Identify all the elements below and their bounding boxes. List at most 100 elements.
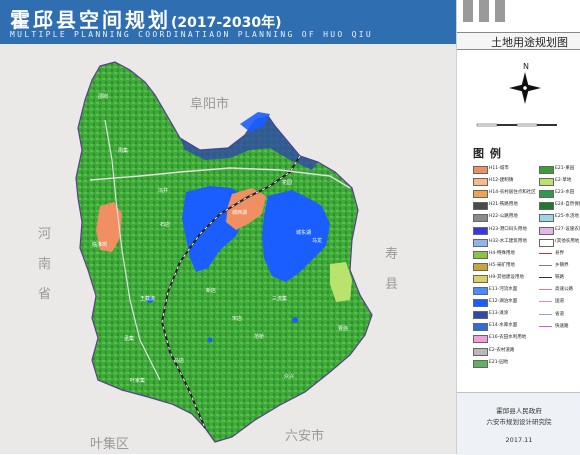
legend-label: E25-水浇地 <box>555 214 579 220</box>
legend-swatch <box>473 359 488 368</box>
legend-label: E12-湖泊水面 <box>489 299 518 305</box>
legend-label: E2-草地 <box>555 178 572 184</box>
legend-label: H23-港口码头用地 <box>489 226 527 232</box>
legend-label: E14-水库水面 <box>489 323 518 329</box>
legend-label: H21-铁路用地 <box>489 202 518 208</box>
sheet-footer: 霍邱县人民政府 六安市规划设计研究院 2017.11 <box>457 392 580 455</box>
legend-label: E21-果园 <box>555 166 575 171</box>
legend-label: 铁路 <box>555 275 564 281</box>
scale-bar <box>476 123 557 127</box>
legend-swatch <box>539 325 552 330</box>
map-svg: 阜阳市 河 南 省 寿 县 叶集区 六安市 城西湖 城东湖 临淮岗 周集 冯井 … <box>0 44 456 454</box>
panel-title: 土地用途规划图 <box>491 36 568 49</box>
region-label-henan-2: 南 <box>38 256 51 272</box>
panel-title-bar: 土地用途规划图 <box>457 32 580 50</box>
north-arrow: N <box>509 62 541 104</box>
legend-label: 省道 <box>555 311 564 317</box>
region-label-fuyang: 阜阳市 <box>190 96 229 112</box>
land-use-map[interactable]: 阜阳市 河 南 省 寿 县 叶集区 六安市 城西湖 城东湖 临淮岗 周集 冯井 … <box>0 44 456 454</box>
place-label: 城西湖 <box>232 209 247 216</box>
legend-swatch <box>539 190 554 199</box>
region-label-luan: 六安市 <box>285 428 324 444</box>
legend-swatch <box>539 277 552 281</box>
place-label: 孟集 <box>124 335 134 342</box>
legend-label: E23-水田 <box>555 190 575 196</box>
place-label: 花园 <box>282 179 292 186</box>
title-text: 霍邱县空间规划 <box>10 8 171 32</box>
title-years: (2017-2030年) <box>171 15 282 31</box>
legend-label: H11-城市 <box>489 166 509 171</box>
region-label-henan-3: 省 <box>38 287 51 302</box>
place-label: 周集 <box>118 147 128 154</box>
place-label: 马店 <box>174 357 184 364</box>
legend-swatch <box>473 178 488 187</box>
legend-label: 快速路 <box>555 323 569 329</box>
legend-swatch <box>539 214 554 223</box>
legend-swatch <box>539 253 552 257</box>
place-label: 邵岗 <box>98 93 108 100</box>
legend-label: 乡镇界 <box>555 263 569 269</box>
legend-swatch <box>473 238 488 247</box>
legend-label: E27-设施农用 <box>555 226 580 232</box>
place-label: 冯井 <box>158 187 168 194</box>
region-label-yeji: 叶集区 <box>90 436 129 452</box>
legend-swatch <box>473 190 488 199</box>
map-sidebar: 土地用途规划图 N 图 例 H11-城市 H12-建制镇 H14-农村居住点和社区 H… <box>456 0 580 455</box>
legend-label: H32-水工建筑用地 <box>489 238 527 244</box>
legend-swatch <box>539 301 552 305</box>
region-label-shou-1: 寿 <box>385 247 398 262</box>
legend-swatch <box>539 289 552 293</box>
place-label: 宋店 <box>232 315 242 322</box>
legend-swatch <box>473 323 488 332</box>
legend-swatch <box>473 287 488 295</box>
legend-label: E13-滩涂 <box>489 311 509 317</box>
legend-label: E16-农田水利用地 <box>489 335 527 341</box>
legend-swatch <box>539 202 554 211</box>
map-sheet: 霍邱县空间规划(2017-2030年) MULTIPLE PLANNING CO… <box>0 0 580 455</box>
issue-date: 2017.11 <box>505 436 533 444</box>
legend-label: 高速公路 <box>555 287 573 293</box>
legend-swatch <box>539 226 554 235</box>
legend-swatch <box>539 265 552 269</box>
legend-swatch <box>473 347 488 356</box>
legend-label: 国道 <box>555 299 564 305</box>
legend-swatch <box>539 178 554 187</box>
map-subtitle: MULTIPLE PLANNING COORDINATIAON PLANNING… <box>10 30 373 39</box>
place-label: 叶家集 <box>130 377 145 384</box>
legend-label: E11-河流水面 <box>489 287 518 292</box>
place-label: 临淮岗 <box>92 241 107 248</box>
frame-bars <box>457 0 580 30</box>
region-label-henan-1: 河 <box>38 227 51 242</box>
legend-swatch <box>473 202 488 211</box>
legend-label: H5-采矿用地 <box>489 262 515 268</box>
place-label: 众兴 <box>284 373 294 380</box>
legend-swatch <box>473 226 488 235</box>
legend-label: E2-农村道路 <box>489 347 515 353</box>
place-label: 王截流 <box>140 295 155 302</box>
legend-swatch <box>473 335 488 344</box>
legend-swatch <box>473 299 488 308</box>
legend-swatch <box>539 238 554 247</box>
legend-swatch <box>473 274 488 283</box>
legend-swatch <box>473 214 488 223</box>
legend-swatch <box>473 311 488 320</box>
legend-label: 县界 <box>555 251 564 256</box>
legend-label: H4-特殊用地 <box>489 250 515 256</box>
legend-swatch <box>473 262 488 271</box>
legend-label: H14-农村居住点和社区 <box>489 190 536 196</box>
legend-swatch <box>539 313 552 318</box>
region-label-shou-2: 县 <box>385 277 398 292</box>
pond <box>207 337 213 343</box>
legend-swatch <box>473 166 488 174</box>
map-title: 霍邱县空间规划(2017-2030年) <box>10 4 282 33</box>
place-label: 三流集 <box>272 295 287 302</box>
place-label: 石店 <box>160 221 170 228</box>
place-label: 曹庙 <box>338 325 348 332</box>
legend-label: H9-其他建设用地 <box>489 274 524 280</box>
title-banner: 霍邱县空间规划(2017-2030年) MULTIPLE PLANNING CO… <box>0 0 456 44</box>
place-label: 乌龙 <box>312 237 322 244</box>
place-label: 城东湖 <box>296 229 311 236</box>
place-label: 新店 <box>206 287 216 294</box>
place-label: 范桥 <box>254 333 264 340</box>
legend-label: H22-公路用地 <box>489 214 518 220</box>
